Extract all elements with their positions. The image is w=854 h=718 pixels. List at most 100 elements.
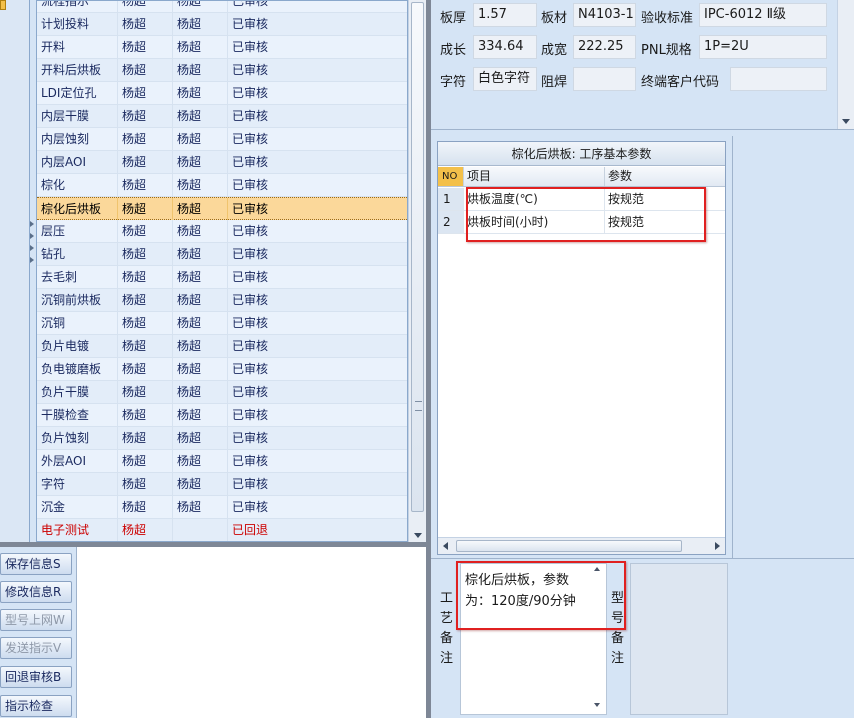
length-field[interactable]: 334.64: [473, 35, 537, 59]
grid-horizontal-scrollbar[interactable]: [438, 537, 725, 554]
reviewer-cell[interactable]: 杨超: [173, 36, 228, 58]
acceptance-field[interactable]: IPC-6012 Ⅱ级: [699, 3, 827, 27]
status-cell[interactable]: 已审核: [228, 335, 407, 357]
maker-cell[interactable]: 杨超: [118, 174, 173, 196]
process-name-cell[interactable]: 棕化后烘板: [37, 198, 118, 220]
width-field[interactable]: 222.25: [573, 35, 636, 59]
status-cell[interactable]: 已审核: [228, 381, 407, 403]
status-cell[interactable]: 已审核: [228, 36, 407, 58]
scroll-down-arrow-icon[interactable]: [414, 533, 422, 538]
reviewer-cell[interactable]: 杨超: [173, 358, 228, 380]
reviewer-cell[interactable]: 杨超: [173, 381, 228, 403]
reviewer-cell[interactable]: 杨超: [173, 289, 228, 311]
status-cell[interactable]: 已审核: [228, 312, 407, 334]
scroll-down-arrow-icon[interactable]: [594, 703, 600, 707]
maker-cell[interactable]: 杨超: [118, 128, 173, 150]
scroll-left-arrow-icon[interactable]: [443, 542, 448, 550]
maker-cell[interactable]: 杨超: [118, 198, 173, 220]
reviewer-cell[interactable]: 杨超: [173, 427, 228, 449]
send-instruction-button[interactable]: 发送指示V: [0, 637, 72, 659]
process-name-cell[interactable]: 沉铜: [37, 312, 118, 334]
status-cell[interactable]: 已回退: [228, 519, 407, 541]
process-name-cell[interactable]: 负片蚀刻: [37, 427, 118, 449]
legend-field[interactable]: 白色字符: [473, 67, 537, 91]
upload-model-button[interactable]: 型号上网W: [0, 609, 72, 631]
process-name-cell[interactable]: 钻孔: [37, 243, 118, 265]
maker-cell[interactable]: 杨超: [118, 381, 173, 403]
column-header-no[interactable]: NO: [438, 167, 464, 186]
info-panel-scrollbar[interactable]: [837, 0, 854, 129]
maker-cell[interactable]: 杨超: [118, 220, 173, 242]
process-name-cell[interactable]: 层压: [37, 220, 118, 242]
status-cell[interactable]: 已审核: [228, 266, 407, 288]
status-cell[interactable]: 已审核: [228, 1, 407, 12]
maker-cell[interactable]: 杨超: [118, 243, 173, 265]
column-header-param[interactable]: 参数: [605, 167, 725, 186]
reviewer-cell[interactable]: 杨超: [173, 1, 228, 12]
table-row[interactable]: 沉金 杨超 杨超 已审核: [37, 496, 407, 519]
process-name-cell[interactable]: 流程指示: [37, 1, 118, 12]
reviewer-cell[interactable]: 杨超: [173, 82, 228, 104]
process-name-cell[interactable]: 开料后烘板: [37, 59, 118, 81]
reviewer-cell[interactable]: 杨超: [173, 174, 228, 196]
reviewer-cell[interactable]: 杨超: [173, 450, 228, 472]
pnl-field[interactable]: 1P=2U: [699, 35, 827, 59]
status-cell[interactable]: 已审核: [228, 82, 407, 104]
maker-cell[interactable]: 杨超: [118, 36, 173, 58]
scrollbar-thumb[interactable]: [411, 2, 424, 512]
maker-cell[interactable]: 杨超: [118, 82, 173, 104]
column-header-item[interactable]: 项目: [464, 167, 605, 186]
customer-code-field[interactable]: [730, 67, 827, 91]
maker-cell[interactable]: 杨超: [118, 312, 173, 334]
process-name-cell[interactable]: 棕化: [37, 174, 118, 196]
process-name-cell[interactable]: 负片干膜: [37, 381, 118, 403]
instruction-check-button[interactable]: 指示检查: [0, 695, 72, 717]
table-row[interactable]: 内层AOI 杨超 杨超 已审核: [37, 151, 407, 174]
process-name-cell[interactable]: 计划投料: [37, 13, 118, 35]
status-cell[interactable]: 已审核: [228, 473, 407, 495]
table-row[interactable]: 开料后烘板 杨超 杨超 已审核: [37, 59, 407, 82]
table-row[interactable]: 负电镀磨板 杨超 杨超 已审核: [37, 358, 407, 381]
process-name-cell[interactable]: 内层干膜: [37, 105, 118, 127]
process-name-cell[interactable]: 字符: [37, 473, 118, 495]
status-cell[interactable]: 已审核: [228, 128, 407, 150]
process-list-scrollbar[interactable]: [408, 0, 426, 542]
status-cell[interactable]: 已审核: [228, 404, 407, 426]
modify-info-button[interactable]: 修改信息R: [0, 581, 72, 603]
process-name-cell[interactable]: LDI定位孔: [37, 82, 118, 104]
maker-cell[interactable]: 杨超: [118, 266, 173, 288]
reviewer-cell[interactable]: 杨超: [173, 473, 228, 495]
table-row[interactable]: 流程指示 杨超 杨超 已审核: [37, 1, 407, 13]
maker-cell[interactable]: 杨超: [118, 358, 173, 380]
status-cell[interactable]: 已审核: [228, 496, 407, 518]
reviewer-cell[interactable]: 杨超: [173, 151, 228, 173]
status-cell[interactable]: 已审核: [228, 174, 407, 196]
reviewer-cell[interactable]: 杨超: [173, 496, 228, 518]
process-name-cell[interactable]: 内层蚀刻: [37, 128, 118, 150]
status-cell[interactable]: 已审核: [228, 243, 407, 265]
table-row[interactable]: 去毛刺 杨超 杨超 已审核: [37, 266, 407, 289]
maker-cell[interactable]: 杨超: [118, 450, 173, 472]
process-name-cell[interactable]: 沉金: [37, 496, 118, 518]
process-name-cell[interactable]: 去毛刺: [37, 266, 118, 288]
table-row[interactable]: 字符 杨超 杨超 已审核: [37, 473, 407, 496]
status-cell[interactable]: 已审核: [228, 220, 407, 242]
table-row[interactable]: 内层干膜 杨超 杨超 已审核: [37, 105, 407, 128]
reviewer-cell[interactable]: 杨超: [173, 105, 228, 127]
status-cell[interactable]: 已审核: [228, 450, 407, 472]
save-info-button[interactable]: 保存信息S: [0, 553, 72, 575]
reviewer-cell[interactable]: 杨超: [173, 198, 228, 220]
scroll-down-arrow-icon[interactable]: [842, 119, 850, 124]
status-cell[interactable]: 已审核: [228, 198, 407, 220]
material-field[interactable]: N4103-1: [573, 3, 636, 27]
thickness-field[interactable]: 1.57: [473, 3, 537, 27]
table-row[interactable]: 棕化 杨超 杨超 已审核: [37, 174, 407, 197]
reviewer-cell[interactable]: [173, 519, 228, 541]
reviewer-cell[interactable]: 杨超: [173, 312, 228, 334]
table-row[interactable]: 层压 杨超 杨超 已审核: [37, 220, 407, 243]
maker-cell[interactable]: 杨超: [118, 13, 173, 35]
table-row[interactable]: 干膜检查 杨超 杨超 已审核: [37, 404, 407, 427]
table-row[interactable]: 内层蚀刻 杨超 杨超 已审核: [37, 128, 407, 151]
return-review-button[interactable]: 回退审核B: [0, 666, 72, 688]
maker-cell[interactable]: 杨超: [118, 1, 173, 12]
